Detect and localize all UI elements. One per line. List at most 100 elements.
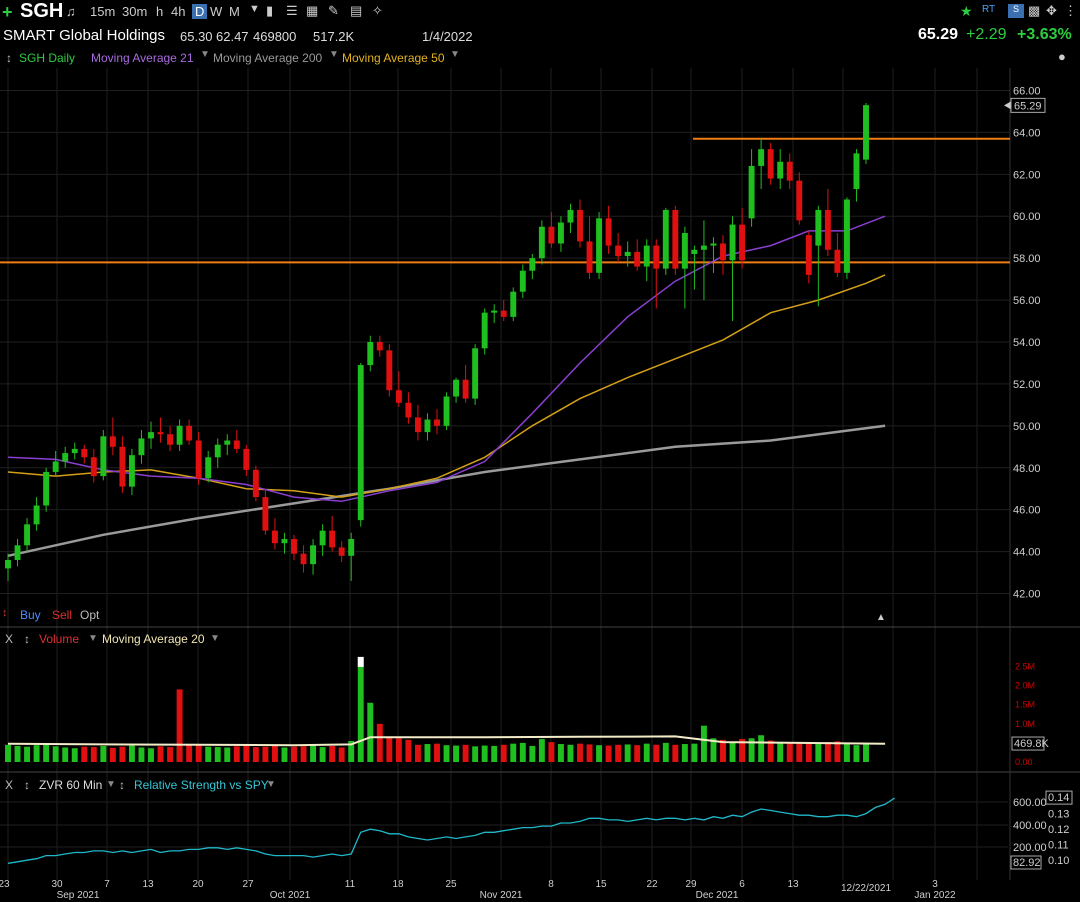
candle[interactable] [643,239,650,282]
scroll-end-icon[interactable]: ▲ [876,612,886,623]
volume-bar[interactable] [662,742,669,762]
volume-bar[interactable] [233,746,240,762]
volume-bar[interactable] [33,745,40,762]
candle[interactable] [424,413,431,441]
volume-bar[interactable] [43,744,50,762]
volume-bar[interactable] [90,747,97,762]
volume-bar[interactable] [777,742,784,762]
candle[interactable] [710,237,717,273]
volume-bar[interactable] [596,745,603,762]
volume-bar[interactable] [195,745,202,762]
volume-bar[interactable] [796,743,803,762]
volume-pane-close[interactable]: X [5,632,13,646]
volume-bar[interactable] [634,745,641,762]
candle[interactable] [634,239,641,271]
candle[interactable] [786,153,793,189]
volume-bar[interactable] [271,745,278,762]
volume-bar[interactable] [786,743,793,762]
volume-bar[interactable] [481,745,488,762]
candle[interactable] [557,216,564,252]
volume-bar[interactable] [434,743,440,762]
candle[interactable] [128,448,135,496]
volume-bar[interactable] [510,743,517,762]
candle[interactable] [281,532,288,554]
candle[interactable] [376,335,383,357]
candle[interactable] [739,207,746,269]
volume-bar[interactable] [300,746,307,762]
candle[interactable] [777,149,784,189]
candle[interactable] [824,188,831,257]
volume-bar[interactable] [538,739,545,762]
volume-bar[interactable] [700,725,707,762]
volume-bar[interactable] [81,746,88,762]
candle[interactable] [815,205,822,307]
volume-bar[interactable] [834,741,841,762]
volume-bar[interactable] [338,747,345,762]
candle[interactable] [291,534,297,560]
candle[interactable] [157,417,164,443]
candle[interactable] [367,335,374,372]
candle[interactable] [748,149,755,227]
candle[interactable] [14,539,21,567]
volume-bar[interactable] [643,743,650,762]
rs-title[interactable]: ZVR 60 Min [39,778,102,792]
volume-bar[interactable] [653,744,660,762]
candle[interactable] [233,430,240,454]
candle[interactable] [681,226,688,309]
candle[interactable] [33,497,40,531]
rs-indicator-dropdown-icon[interactable]: ▼ [266,779,276,790]
volume-bar[interactable] [529,745,536,762]
candle[interactable] [71,442,78,460]
volume-bar[interactable] [720,739,726,762]
volume-reorder-icon[interactable]: ↕ [24,632,30,646]
volume-bar[interactable] [252,747,259,762]
volume-bar[interactable] [310,745,317,762]
volume-bar[interactable] [128,745,135,762]
volume-bar[interactable] [577,743,583,762]
volume-bar[interactable] [472,746,479,762]
rs-dropdown-icon[interactable]: ▼ [106,779,116,790]
candle[interactable] [43,467,50,512]
volume-ma-label[interactable]: Moving Average 20 [102,632,205,646]
volume-bar[interactable] [767,740,774,762]
candle[interactable] [605,205,612,254]
volume-bar[interactable] [624,744,631,762]
candle[interactable] [357,362,364,527]
volume-bar[interactable] [14,745,21,762]
candle[interactable] [538,220,545,265]
rs-reorder-icon[interactable]: ↕ [24,778,30,792]
candle[interactable] [653,239,660,309]
candle[interactable] [700,220,707,301]
candle[interactable] [405,392,412,424]
volume-dropdown-icon[interactable]: ▼ [88,633,98,644]
volume-bar[interactable] [262,746,269,762]
volume-ma-dropdown-icon[interactable]: ▼ [210,633,220,644]
volume-bar[interactable] [853,745,860,762]
volume-bar[interactable] [586,744,593,762]
candle[interactable] [767,142,774,185]
candle[interactable] [252,465,259,502]
candle[interactable] [176,419,183,451]
volume-bar[interactable] [414,744,421,762]
volume-bar[interactable] [729,742,736,762]
candle[interactable] [567,203,574,234]
volume-bar[interactable] [462,744,469,762]
volume-bar[interactable] [672,744,679,762]
candle[interactable] [195,432,202,485]
volume-bar[interactable] [405,739,412,762]
volume-bar[interactable] [329,745,336,762]
candle[interactable] [90,448,97,483]
candle[interactable] [548,212,555,248]
volume-bar[interactable] [119,746,126,762]
volume-bar[interactable] [109,747,116,762]
candle[interactable] [481,308,488,355]
volume-bar[interactable] [863,744,869,762]
candle[interactable] [672,205,679,275]
candle[interactable] [586,216,593,280]
volume-bar-spike[interactable] [176,689,183,762]
volume-bar[interactable] [243,745,250,762]
volume-bar[interactable] [605,745,612,762]
buy-button[interactable]: Buy [20,608,41,622]
candle[interactable] [843,197,850,280]
candle[interactable] [5,553,11,581]
